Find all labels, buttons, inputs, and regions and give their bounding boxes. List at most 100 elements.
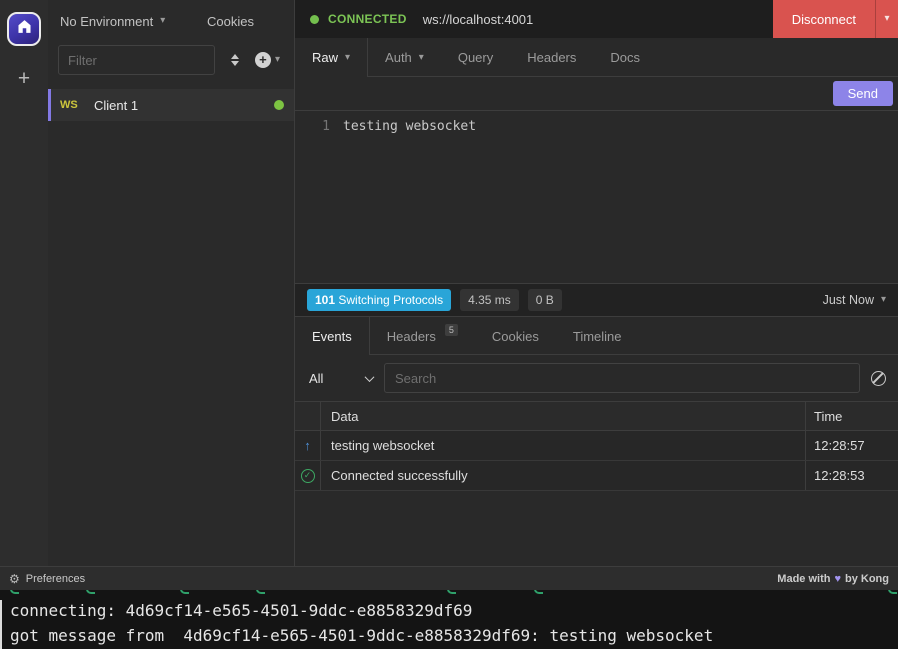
tab-query[interactable]: Query — [441, 38, 510, 77]
connection-status-label: CONNECTED — [328, 12, 407, 26]
terminal-clipped-line-fragment — [447, 590, 456, 594]
tab-label: Docs — [610, 50, 640, 65]
terminal-clipped-line-fragment — [10, 590, 19, 594]
websocket-url[interactable]: ws://localhost:4001 — [423, 12, 534, 27]
add-request-button[interactable]: + ▾ — [255, 52, 280, 68]
tab-label: Query — [458, 50, 493, 65]
status-code: 101 — [315, 293, 335, 307]
row-time-cell: 12:28:57 — [805, 431, 898, 460]
row-icon-cell: ↑ — [295, 431, 321, 460]
tab-label: Auth — [385, 50, 412, 65]
message-editor[interactable]: 1 testing websocket — [295, 111, 898, 283]
event-type-value: All — [309, 371, 323, 386]
terminal-window[interactable]: connecting: 4d69cf14-e565-4501-9ddc-e885… — [0, 590, 898, 649]
status-text: Switching Protocols — [338, 293, 443, 307]
terminal-clipped-line-fragment — [256, 590, 265, 594]
by-kong-text: by Kong — [845, 573, 889, 585]
activity-rail: + — [0, 0, 48, 566]
request-tabbar: Raw ▾ Auth ▾ Query Headers Docs — [295, 38, 898, 77]
send-button[interactable]: Send — [833, 81, 893, 106]
table-row[interactable]: ✓ Connected successfully 12:28:53 — [295, 461, 898, 491]
tab-raw[interactable]: Raw ▾ — [295, 38, 368, 77]
environment-label: No Environment — [60, 14, 153, 29]
terminal-clipped-line-fragment — [534, 590, 543, 594]
app-region: + No Environment ▾ Cookies — [0, 0, 898, 590]
new-project-button[interactable]: + — [18, 68, 30, 89]
editor-content[interactable]: testing websocket — [343, 119, 476, 134]
disconnect-button[interactable]: Disconnect ▾ — [773, 0, 898, 38]
plus-circle-icon: + — [255, 52, 271, 68]
main-panel: CONNECTED ws://localhost:4001 Disconnect… — [295, 0, 898, 566]
made-with-kong: Made with ♥ by Kong — [777, 573, 889, 585]
row-data-cell: testing websocket — [321, 431, 805, 460]
sidebar-filter-input[interactable] — [58, 45, 215, 75]
cookies-button[interactable]: Cookies — [207, 14, 254, 29]
made-with-text: Made with — [777, 573, 830, 585]
tab-auth[interactable]: Auth ▾ — [368, 38, 441, 77]
response-statusbar: 101 Switching Protocols 4.35 ms 0 B Just… — [295, 283, 898, 317]
sidebar-filter-row: + ▾ — [48, 42, 294, 78]
app-footer: ⚙ Preferences Made with ♥ by Kong — [0, 566, 898, 590]
tab-docs[interactable]: Docs — [593, 38, 657, 77]
sort-down-triangle — [231, 61, 239, 66]
tab-label: Headers — [387, 329, 436, 344]
preferences-label: Preferences — [26, 573, 85, 585]
sidebar: No Environment ▾ Cookies + ▾ — [48, 0, 295, 566]
clear-events-icon[interactable] — [871, 371, 886, 386]
data-column-header: Data — [321, 402, 805, 430]
caret-down-icon: ▾ — [884, 14, 889, 24]
events-search-input[interactable] — [384, 363, 860, 393]
row-icon-cell: ✓ — [295, 461, 321, 490]
event-type-select[interactable]: All — [307, 371, 373, 386]
tab-response-cookies[interactable]: Cookies — [475, 317, 556, 355]
app-main: + No Environment ▾ Cookies — [0, 0, 898, 566]
terminal-left-edge — [0, 600, 2, 649]
row-time-cell: 12:28:53 — [805, 461, 898, 490]
editor-line: 1 testing websocket — [295, 119, 898, 134]
terminal-clipped-line-fragment — [86, 590, 95, 594]
response-history-dropdown[interactable]: Just Now ▾ — [823, 293, 886, 307]
sort-icon[interactable] — [229, 54, 241, 66]
recency-label: Just Now — [823, 293, 874, 307]
tab-response-headers[interactable]: Headers 5 — [370, 317, 475, 355]
events-filter-row: All — [295, 355, 898, 401]
terminal-clipped-line-fragment — [180, 590, 189, 594]
tab-label: Headers — [527, 50, 576, 65]
sidebar-item-client-1[interactable]: WS Client 1 — [48, 89, 294, 121]
connection-topbar: CONNECTED ws://localhost:4001 Disconnect… — [295, 0, 898, 38]
time-column-header: Time — [805, 402, 898, 430]
tab-label: Raw — [312, 50, 338, 65]
terminal-clipped-line-fragment — [888, 590, 897, 594]
home-icon — [16, 18, 33, 40]
tab-events[interactable]: Events — [295, 317, 370, 355]
gear-icon: ⚙ — [9, 572, 20, 586]
connected-status-dot — [274, 100, 284, 110]
sort-up-triangle — [231, 54, 239, 59]
tab-headers[interactable]: Headers — [510, 38, 593, 77]
response-time-badge: 4.35 ms — [460, 289, 519, 311]
headers-count-badge: 5 — [445, 324, 458, 336]
response-size-badge: 0 B — [528, 289, 562, 311]
tab-timeline[interactable]: Timeline — [556, 317, 639, 355]
home-button[interactable] — [7, 12, 41, 46]
icon-column-header — [295, 402, 321, 430]
disconnect-label: Disconnect — [773, 0, 875, 38]
caret-down-icon: ▾ — [160, 16, 165, 26]
table-row[interactable]: ↑ testing websocket 12:28:57 — [295, 431, 898, 461]
tab-label: Cookies — [492, 329, 539, 344]
events-table: Data Time ↑ testing websocket 12:28:57 ✓… — [295, 401, 898, 491]
caret-down-icon: ▾ — [881, 295, 886, 305]
main-empty-area — [295, 491, 898, 566]
caret-down-icon: ▾ — [419, 53, 424, 63]
caret-down-icon: ▾ — [275, 55, 280, 65]
row-data-cell: Connected successfully — [321, 461, 805, 490]
insomnia-app-window: + No Environment ▾ Cookies — [0, 0, 898, 649]
disconnect-dropdown-button[interactable]: ▾ — [875, 0, 898, 38]
terminal-line: got message from 4d69cf14-e565-4501-9ddc… — [10, 623, 898, 648]
preferences-button[interactable]: ⚙ Preferences — [9, 572, 85, 586]
caret-down-icon: ▾ — [345, 53, 350, 63]
tab-label: Events — [312, 329, 352, 344]
environment-selector[interactable]: No Environment ▾ — [60, 14, 165, 29]
terminal-line: connecting: 4d69cf14-e565-4501-9ddc-e885… — [10, 598, 898, 623]
events-table-header: Data Time — [295, 401, 898, 431]
